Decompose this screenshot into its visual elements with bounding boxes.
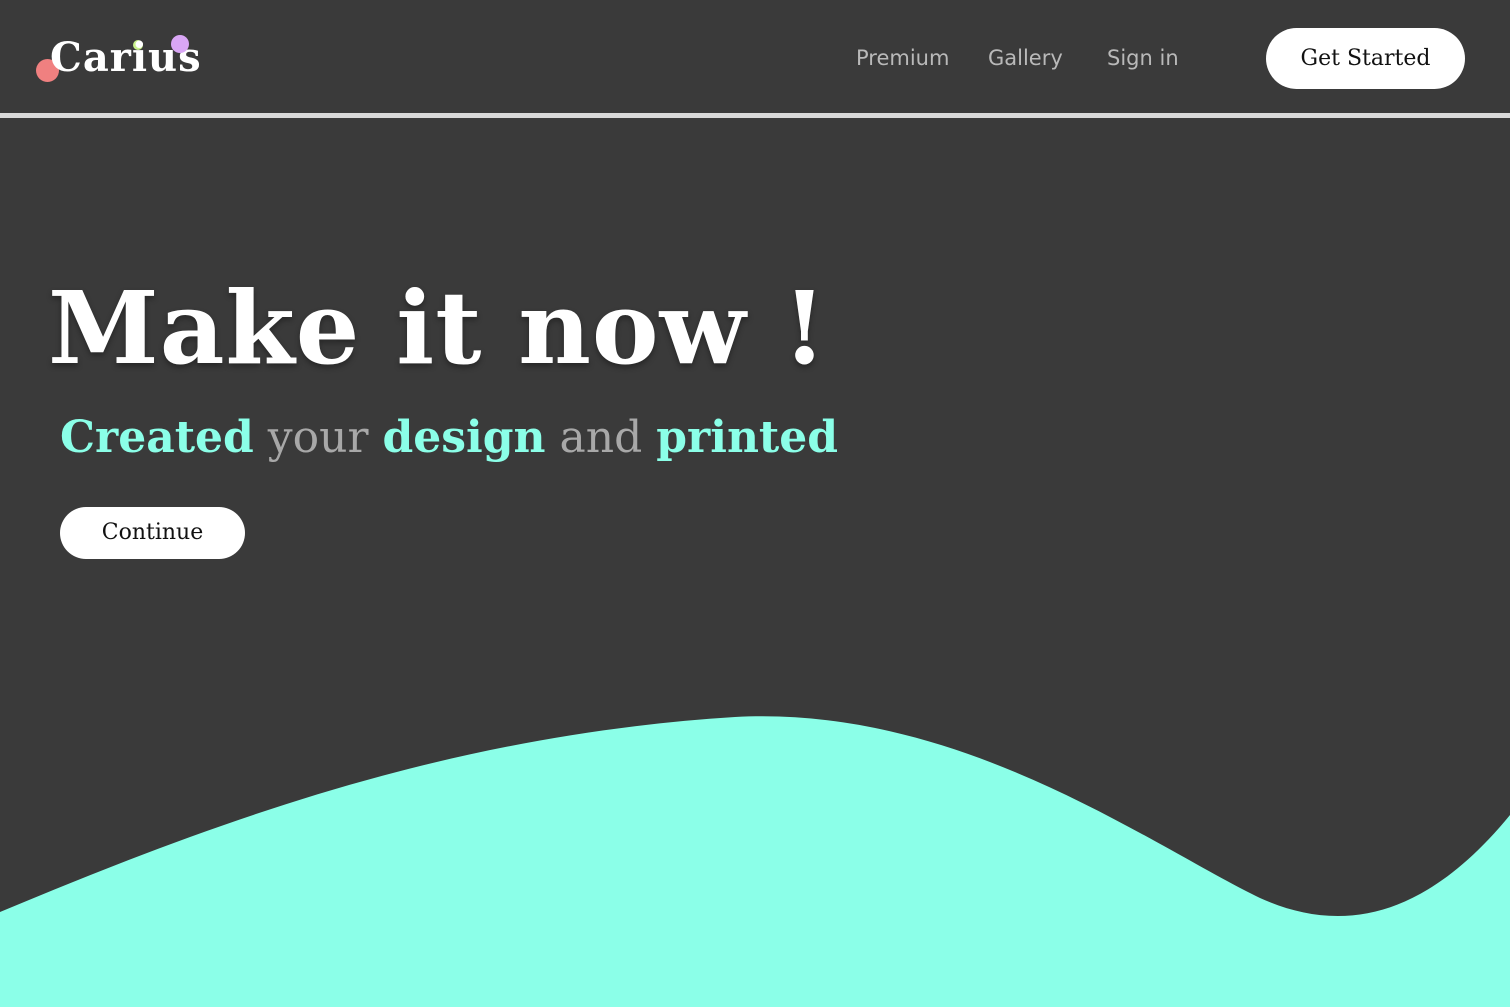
hero-subtitle: Created your design and printed bbox=[60, 408, 838, 468]
subtitle-word-your: your bbox=[267, 412, 369, 463]
continue-button[interactable]: Continue bbox=[60, 507, 245, 559]
nav-link-gallery[interactable]: Gallery bbox=[988, 42, 1063, 74]
nav-link-sign-in[interactable]: Sign in bbox=[1107, 42, 1179, 74]
subtitle-word-and: and bbox=[559, 412, 643, 463]
subtitle-word-printed: printed bbox=[656, 412, 839, 463]
logo-violet-dot bbox=[171, 35, 189, 53]
get-started-button[interactable]: Get Started bbox=[1266, 28, 1465, 89]
nav-link-premium[interactable]: Premium bbox=[856, 42, 949, 74]
brand-logo[interactable]: Carius bbox=[34, 28, 214, 88]
hero-wave-shape bbox=[0, 716, 1510, 1007]
top-navbar: Carius Premium Gallery Sign in Get Start… bbox=[0, 0, 1510, 113]
subtitle-word-design: design bbox=[382, 412, 546, 463]
landing-page: Carius Premium Gallery Sign in Get Start… bbox=[0, 0, 1510, 1007]
header-divider bbox=[0, 113, 1510, 118]
subtitle-word-created: Created bbox=[60, 412, 254, 463]
hero-title: Make it now ! bbox=[48, 269, 828, 387]
